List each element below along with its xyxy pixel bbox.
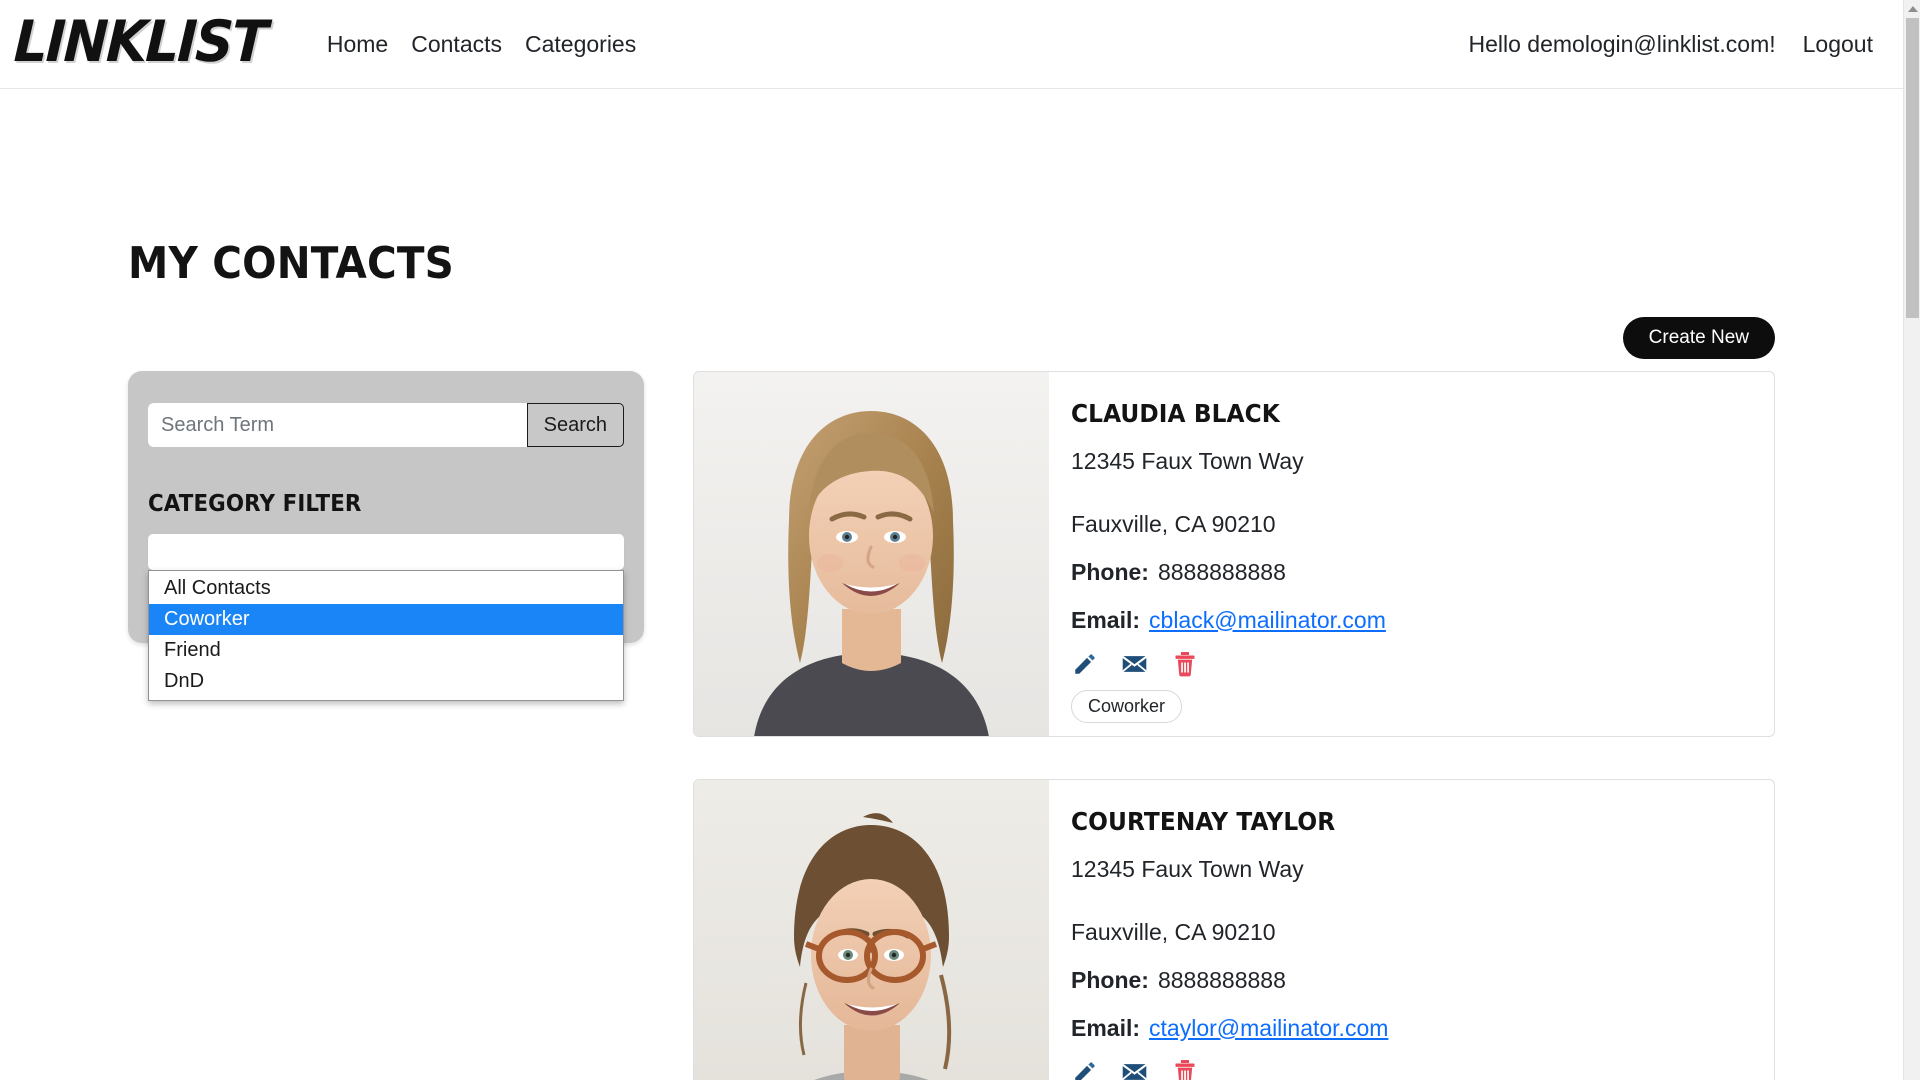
contact-email-row: Email: cblack@mailinator.com [1071, 607, 1744, 635]
nav-link-home[interactable]: Home [327, 32, 388, 56]
contact-email-link[interactable]: cblack@mailinator.com [1149, 607, 1386, 633]
page-scrollbar[interactable] [1903, 0, 1920, 1080]
contact-photo [694, 780, 1049, 1080]
contact-phone: 8888888888 [1157, 967, 1286, 994]
contact-details: COURTENAY TAYLOR 12345 Faux Town Way Fau… [1049, 780, 1774, 1080]
contact-phone-row: Phone: 8888888888 [1071, 967, 1744, 995]
contact-phone-row: Phone: 8888888888 [1071, 559, 1744, 587]
browser-viewport: LINKLIST Home Contacts Categories Hello … [0, 0, 1920, 1080]
scrollbar-thumb[interactable] [1906, 18, 1919, 318]
contact-email-link[interactable]: ctaylor@mailinator.com [1149, 1015, 1388, 1041]
nav-user-area: Hello demologin@linklist.com! Logout [1469, 31, 1874, 58]
create-new-button[interactable]: Create New [1622, 317, 1775, 360]
email-label: Email: [1071, 1014, 1141, 1041]
contact-actions [1071, 650, 1744, 677]
top-navigation-bar: LINKLIST Home Contacts Categories Hello … [0, 0, 1903, 89]
search-input[interactable] [148, 403, 527, 448]
filter-column: Search CATEGORY FILTER All Contacts Cowo… [128, 371, 668, 701]
category-select-wrapper: All Contacts Coworker Friend DnD [148, 533, 624, 701]
contact-details: CLAUDIA BLACK 12345 Faux Town Way Fauxvi… [1049, 372, 1774, 736]
envelope-icon[interactable] [1121, 650, 1148, 677]
status-badge[interactable]: Coworker [1071, 690, 1183, 724]
contact-city-state-zip: Fauxville, CA 90210 [1071, 919, 1276, 946]
page-root: LINKLIST Home Contacts Categories Hello … [0, 0, 1903, 1080]
trash-icon[interactable] [1171, 1058, 1198, 1080]
category-option-list: All Contacts Coworker Friend DnD [148, 569, 624, 701]
phone-label: Phone: [1071, 559, 1149, 586]
contact-street: 12345 Faux Town Way [1071, 855, 1304, 882]
main-container: MY CONTACTS Create New Search CATEGORY F… [128, 89, 1775, 1080]
option-friend[interactable]: Friend [149, 635, 623, 666]
contact-card[interactable]: CLAUDIA BLACK 12345 Faux Town Way Fauxvi… [693, 371, 1775, 738]
trash-icon[interactable] [1171, 650, 1198, 677]
user-greeting: Hello demologin@linklist.com! [1468, 30, 1776, 57]
contact-card[interactable]: COURTENAY TAYLOR 12345 Faux Town Way Fau… [693, 779, 1775, 1080]
contact-actions [1071, 1058, 1744, 1080]
search-row: Search [148, 403, 624, 448]
contact-list: CLAUDIA BLACK 12345 Faux Town Way Fauxvi… [693, 371, 1775, 1080]
page-title: MY CONTACTS [128, 238, 454, 289]
nav-link-contacts[interactable]: Contacts [411, 32, 502, 56]
contact-category-row: Coworker [1071, 690, 1744, 724]
phone-label: Phone: [1071, 967, 1149, 994]
option-dnd[interactable]: DnD [149, 666, 623, 697]
contact-email-row: Email: ctaylor@mailinator.com [1071, 1015, 1744, 1043]
contact-phone: 8888888888 [1157, 559, 1286, 586]
toolbar-row: Create New [128, 317, 1775, 360]
edit-icon[interactable] [1071, 1058, 1098, 1080]
search-button[interactable]: Search [526, 403, 624, 448]
category-select[interactable] [148, 533, 624, 570]
contact-street: 12345 Faux Town Way [1071, 447, 1304, 474]
option-coworker[interactable]: Coworker [149, 603, 623, 635]
filter-panel: Search CATEGORY FILTER All Contacts Cowo… [128, 371, 644, 701]
option-all-contacts[interactable]: All Contacts [149, 573, 623, 604]
logout-link[interactable]: Logout [1803, 32, 1873, 56]
envelope-icon[interactable] [1121, 1058, 1148, 1080]
scroll-up-arrow-icon[interactable] [1904, 0, 1920, 17]
content-row: Search CATEGORY FILTER All Contacts Cowo… [128, 371, 1775, 1080]
edit-icon[interactable] [1071, 650, 1098, 677]
nav-links: Home Contacts Categories [327, 32, 636, 56]
contact-city-state-zip: Fauxville, CA 90210 [1071, 511, 1276, 538]
email-label: Email: [1071, 606, 1141, 633]
contact-photo [694, 372, 1049, 737]
contact-name: CLAUDIA BLACK [1071, 399, 1280, 429]
linklist-logo[interactable]: LINKLIST [13, 9, 268, 75]
category-filter-label: CATEGORY FILTER [148, 491, 362, 518]
contact-name: COURTENAY TAYLOR [1071, 807, 1336, 837]
nav-link-categories[interactable]: Categories [525, 32, 636, 56]
